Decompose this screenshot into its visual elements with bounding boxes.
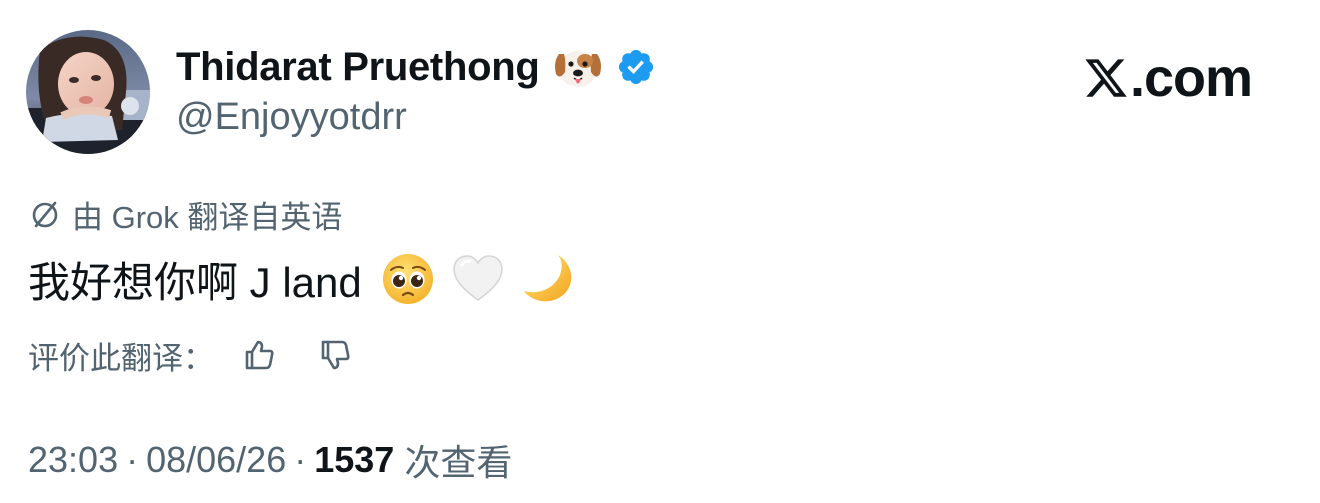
translate-icon [32,201,58,228]
translation-label: 由 Grok 翻译自英语 [72,199,343,235]
tweet-body: 我好想你啊 J land [28,248,590,310]
tweet-date[interactable]: 08/06/26 [146,439,286,481]
author-handle[interactable]: @Enjoyyotdrr [176,96,407,139]
meta-separator: · [126,439,139,480]
pleading-face-icon [382,254,433,304]
tweet-emojis [380,251,590,307]
rate-translation-label: 评价此翻译： [28,340,214,376]
views-label: 次查看 [404,442,513,483]
tweet-time[interactable]: 23:03 [28,439,118,481]
meta-separator: · [294,439,307,480]
x-brand: .com [1082,48,1253,108]
thumbs-down-button[interactable] [314,334,356,376]
verified-badge-icon[interactable] [616,47,656,87]
views-count[interactable]: 1537 [314,439,394,481]
tweet-meta: 23:03 · 08/06/26 · 1537 次查看 [28,436,512,484]
crescent-moon-icon [523,255,572,302]
rate-translation-row: 评价此翻译： [28,333,356,377]
display-name[interactable]: Thidarat Pruethong [176,45,540,90]
brand-text: .com [1130,48,1253,108]
author-name-row: Thidarat Pruethong [176,42,656,92]
thumbs-up-icon [245,340,274,370]
thumbs-down-icon [321,340,350,370]
dog-face-icon [554,51,601,87]
white-heart-icon [452,255,503,301]
translation-notice[interactable]: 由 Grok 翻译自英语 [28,194,343,235]
x-logo-icon [1085,59,1127,97]
avatar[interactable] [26,30,150,154]
thumbs-up-button[interactable] [238,334,280,376]
tweet-text: 我好想你啊 J land [28,258,362,306]
tweet-card: Thidarat Pruethong @Enjoyyotdrr .com 由 G… [0,0,1320,503]
avatar-image [26,30,150,154]
